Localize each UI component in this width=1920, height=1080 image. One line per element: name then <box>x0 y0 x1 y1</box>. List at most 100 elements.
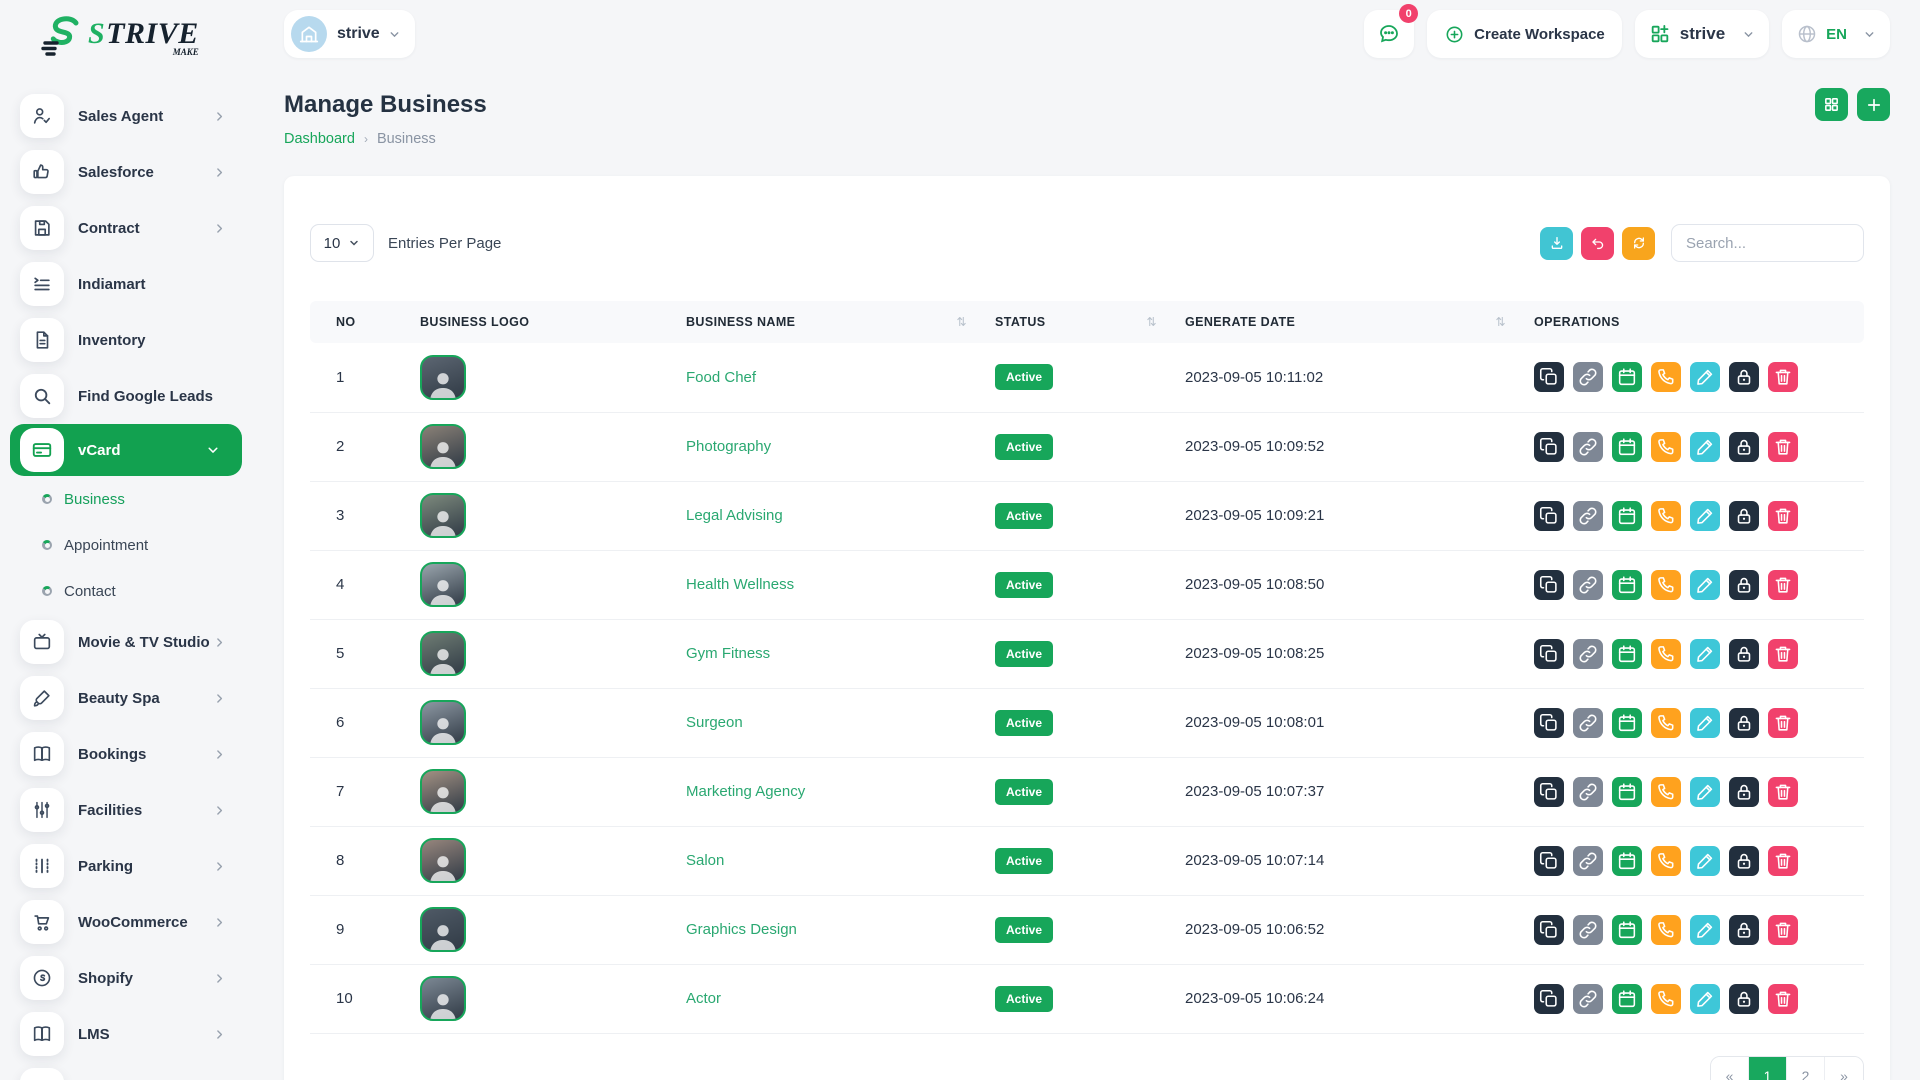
workspace-pill[interactable]: strive <box>284 10 415 58</box>
language-selector[interactable]: EN <box>1782 10 1890 58</box>
copy-action-button[interactable] <box>1534 777 1564 807</box>
business-name-link[interactable]: Surgeon <box>686 714 743 731</box>
copy-action-button[interactable] <box>1534 432 1564 462</box>
copy-action-button[interactable] <box>1534 570 1564 600</box>
link-action-button[interactable] <box>1573 915 1603 945</box>
lock-action-button[interactable] <box>1729 501 1759 531</box>
lock-action-button[interactable] <box>1729 432 1759 462</box>
phone-action-button[interactable] <box>1651 984 1681 1014</box>
phone-action-button[interactable] <box>1651 432 1681 462</box>
sidebar-item-shopify[interactable]: Shopify <box>0 950 256 1006</box>
breadcrumb-dashboard-link[interactable]: Dashboard <box>284 131 355 147</box>
workspace-switcher[interactable]: strive <box>1635 10 1769 58</box>
pencil-action-button[interactable] <box>1690 501 1720 531</box>
link-action-button[interactable] <box>1573 777 1603 807</box>
business-name-link[interactable]: Actor <box>686 990 721 1007</box>
sidebar-subitem-business[interactable]: Business <box>0 476 256 522</box>
refresh-button[interactable] <box>1622 227 1655 260</box>
business-name-link[interactable]: Graphics Design <box>686 921 797 938</box>
pencil-action-button[interactable] <box>1690 708 1720 738</box>
trash-action-button[interactable] <box>1768 362 1798 392</box>
lock-action-button[interactable] <box>1729 570 1759 600</box>
export-download-button[interactable] <box>1540 227 1573 260</box>
sort-icon[interactable]: ⇅ <box>1147 315 1157 329</box>
business-name-link[interactable]: Food Chef <box>686 369 756 386</box>
copy-action-button[interactable] <box>1534 362 1564 392</box>
sort-icon[interactable]: ⇅ <box>957 315 967 329</box>
calendar-action-button[interactable] <box>1612 708 1642 738</box>
calendar-action-button[interactable] <box>1612 570 1642 600</box>
calendar-action-button[interactable] <box>1612 362 1642 392</box>
lock-action-button[interactable] <box>1729 846 1759 876</box>
pencil-action-button[interactable] <box>1690 639 1720 669</box>
chat-button[interactable]: 0 <box>1364 10 1414 58</box>
column-header-business-name[interactable]: BUSINESS NAME⇅ <box>686 301 995 343</box>
grid-view-button[interactable] <box>1815 88 1848 121</box>
add-business-button[interactable] <box>1857 88 1890 121</box>
pencil-action-button[interactable] <box>1690 362 1720 392</box>
phone-action-button[interactable] <box>1651 639 1681 669</box>
link-action-button[interactable] <box>1573 708 1603 738</box>
business-name-link[interactable]: Legal Advising <box>686 507 783 524</box>
pencil-action-button[interactable] <box>1690 915 1720 945</box>
sidebar-item-school-institute[interactable]: School & Institute <box>0 1062 256 1080</box>
sidebar-item-indiamart[interactable]: Indiamart <box>0 256 256 312</box>
link-action-button[interactable] <box>1573 984 1603 1014</box>
sidebar-item-parking[interactable]: Parking <box>0 838 256 894</box>
pencil-action-button[interactable] <box>1690 570 1720 600</box>
phone-action-button[interactable] <box>1651 570 1681 600</box>
lock-action-button[interactable] <box>1729 984 1759 1014</box>
pencil-action-button[interactable] <box>1690 777 1720 807</box>
copy-action-button[interactable] <box>1534 846 1564 876</box>
phone-action-button[interactable] <box>1651 708 1681 738</box>
link-action-button[interactable] <box>1573 432 1603 462</box>
sidebar-item-contract[interactable]: Contract <box>0 200 256 256</box>
business-name-link[interactable]: Health Wellness <box>686 576 794 593</box>
phone-action-button[interactable] <box>1651 846 1681 876</box>
pagination-next-button[interactable]: » <box>1825 1057 1863 1080</box>
lock-action-button[interactable] <box>1729 639 1759 669</box>
column-header-generate-date[interactable]: GENERATE DATE⇅ <box>1185 301 1534 343</box>
pagination-page-2[interactable]: 2 <box>1787 1057 1825 1080</box>
copy-action-button[interactable] <box>1534 501 1564 531</box>
calendar-action-button[interactable] <box>1612 639 1642 669</box>
sidebar-item-sales-agent[interactable]: Sales Agent <box>0 88 256 144</box>
pencil-action-button[interactable] <box>1690 432 1720 462</box>
sidebar-item-inventory[interactable]: Inventory <box>0 312 256 368</box>
link-action-button[interactable] <box>1573 501 1603 531</box>
sidebar-item-facilities[interactable]: Facilities <box>0 782 256 838</box>
pagination-prev-button[interactable]: « <box>1711 1057 1749 1080</box>
sidebar-item-find-google-leads[interactable]: Find Google Leads <box>0 368 256 424</box>
link-action-button[interactable] <box>1573 570 1603 600</box>
trash-action-button[interactable] <box>1768 432 1798 462</box>
sidebar-item-vcard[interactable]: vCard <box>10 424 242 476</box>
sidebar-item-beauty-spa[interactable]: Beauty Spa <box>0 670 256 726</box>
business-name-link[interactable]: Marketing Agency <box>686 783 805 800</box>
sidebar-item-lms[interactable]: LMS <box>0 1006 256 1062</box>
column-header-status[interactable]: STATUS⇅ <box>995 301 1185 343</box>
link-action-button[interactable] <box>1573 362 1603 392</box>
phone-action-button[interactable] <box>1651 777 1681 807</box>
calendar-action-button[interactable] <box>1612 432 1642 462</box>
copy-action-button[interactable] <box>1534 984 1564 1014</box>
phone-action-button[interactable] <box>1651 362 1681 392</box>
sidebar-item-bookings[interactable]: Bookings <box>0 726 256 782</box>
trash-action-button[interactable] <box>1768 708 1798 738</box>
calendar-action-button[interactable] <box>1612 846 1642 876</box>
business-name-link[interactable]: Salon <box>686 852 724 869</box>
link-action-button[interactable] <box>1573 639 1603 669</box>
sidebar-subitem-appointment[interactable]: Appointment <box>0 522 256 568</box>
trash-action-button[interactable] <box>1768 570 1798 600</box>
lock-action-button[interactable] <box>1729 915 1759 945</box>
entries-per-page-select[interactable]: 10 <box>310 224 374 262</box>
link-action-button[interactable] <box>1573 846 1603 876</box>
undo-button[interactable] <box>1581 227 1614 260</box>
lock-action-button[interactable] <box>1729 362 1759 392</box>
calendar-action-button[interactable] <box>1612 501 1642 531</box>
copy-action-button[interactable] <box>1534 915 1564 945</box>
calendar-action-button[interactable] <box>1612 984 1642 1014</box>
phone-action-button[interactable] <box>1651 501 1681 531</box>
sidebar-item-movie-tv-studio[interactable]: Movie & TV Studio <box>0 614 256 670</box>
pencil-action-button[interactable] <box>1690 846 1720 876</box>
lock-action-button[interactable] <box>1729 708 1759 738</box>
